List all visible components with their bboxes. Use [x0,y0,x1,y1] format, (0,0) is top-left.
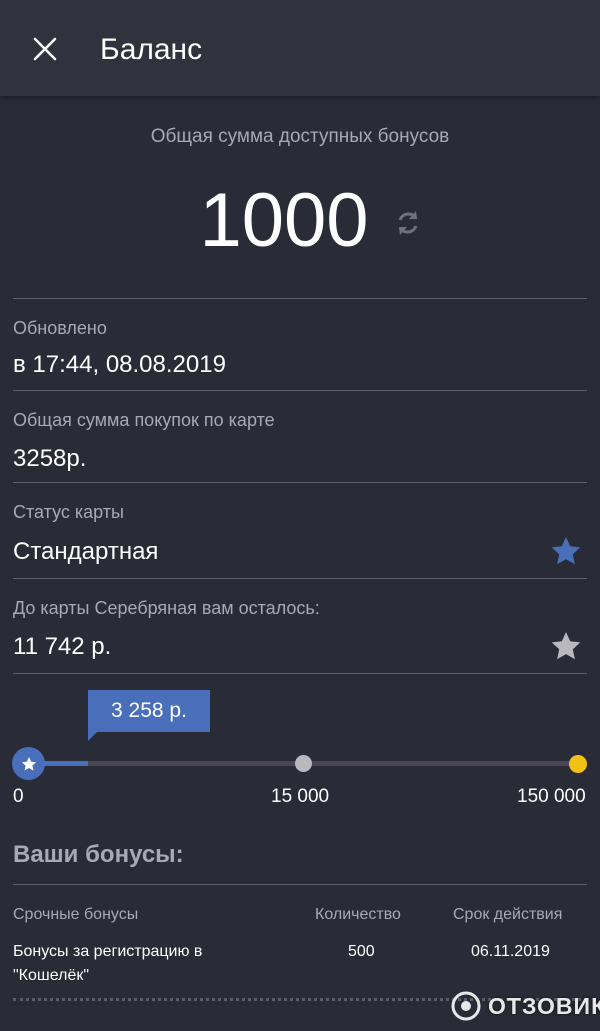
progress-gold-marker [569,755,587,773]
updated-value: в 17:44, 08.08.2019 [13,351,226,378]
purchases-total-label: Общая сумма покупок по карте [13,410,275,430]
remaining-to-silver-label: До карты Серебряная вам осталось: [13,598,320,618]
star-icon [551,632,581,660]
progress-tick-label: 15 000 [271,786,330,807]
bonuses-section-title: Ваши бонусы: [13,841,184,868]
bonus-quantity-cell: 500 [348,943,375,960]
total-bonuses-row: 1000 [0,176,600,266]
page-title: Баланс [100,33,203,66]
divider [13,578,587,579]
progress-start-marker [12,747,45,780]
star-icon [551,537,581,565]
bonus-expiry-cell: 06.11.2019 [471,943,550,960]
tooltip-tail [88,731,98,741]
progress-tick-label: 0 [13,786,24,807]
progress-silver-marker [295,755,312,772]
watermark-text: ОТЗОВИК [488,992,600,1019]
otzovik-logo-icon [451,991,481,1021]
close-icon [33,37,57,61]
divider [13,298,587,299]
total-bonuses-label: Общая сумма доступных бонусов [150,126,450,147]
progress-current-tooltip: 3 258 р. [88,690,210,732]
divider [13,673,587,674]
column-header-bonuses: Срочные бонусы [13,906,139,923]
remaining-to-silver-value: 11 742 р. [13,633,112,660]
total-bonuses-value: 1000 [199,178,369,263]
close-button[interactable] [22,26,68,72]
card-status-label: Статус карты [13,502,124,522]
progress-tick-label: 150 000 [517,786,586,807]
column-header-quantity: Количество [315,906,401,923]
divider [13,482,587,483]
updated-label: Обновлено [13,318,107,338]
column-header-expiry: Срок действия [453,906,563,923]
refresh-icon[interactable] [391,206,425,240]
divider [13,884,587,885]
purchases-total-value: 3258р. [13,445,87,472]
star-icon [21,756,36,771]
divider [13,390,587,391]
otzovik-watermark: ОТЗОВИК [450,986,600,1026]
bonus-name-cell: Бонусы за регистрацию в "Кошелёк" [13,943,203,984]
card-status-value: Стандартная [13,538,159,565]
app-bar: Баланс [0,0,600,96]
